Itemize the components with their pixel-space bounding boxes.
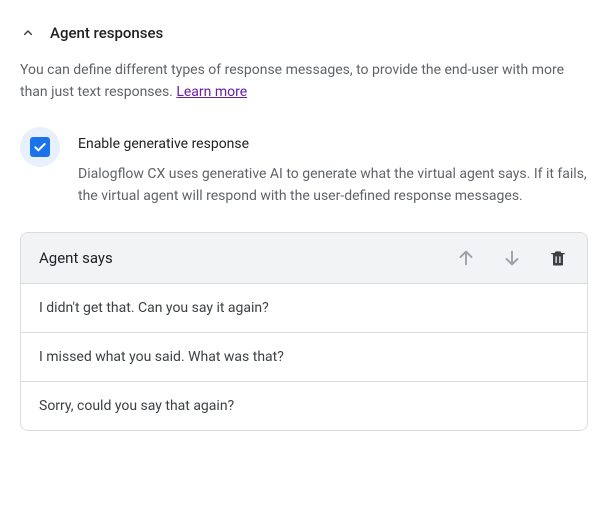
table-row[interactable]: Sorry, could you say that again? [21, 382, 587, 430]
table-header-title: Agent says [39, 249, 113, 267]
enable-generative-checkbox[interactable] [20, 127, 60, 167]
checkbox-content: Enable generative response Dialogflow CX… [78, 127, 588, 207]
arrow-up-icon[interactable] [455, 247, 477, 269]
checkbox-label: Enable generative response [78, 136, 588, 152]
arrow-down-icon[interactable] [501, 247, 523, 269]
table-row[interactable]: I missed what you said. What was that? [21, 333, 587, 382]
chevron-up-icon[interactable] [20, 25, 36, 41]
agent-says-table: Agent says I didn't get that. Can you sa… [20, 232, 588, 431]
table-header: Agent says [21, 233, 587, 284]
section-title: Agent responses [50, 24, 163, 42]
checkbox-row: Enable generative response Dialogflow CX… [20, 127, 588, 207]
checkbox-description: Dialogflow CX uses generative AI to gene… [78, 164, 588, 207]
description-text: You can define different types of respon… [20, 62, 564, 100]
learn-more-link[interactable]: Learn more [176, 84, 247, 100]
table-row[interactable]: I didn't get that. Can you say it again? [21, 284, 587, 333]
table-header-actions [455, 247, 569, 269]
section-description: You can define different types of respon… [20, 60, 588, 103]
section-header: Agent responses [20, 24, 588, 42]
checkmark-icon [30, 137, 50, 157]
trash-icon[interactable] [547, 247, 569, 269]
